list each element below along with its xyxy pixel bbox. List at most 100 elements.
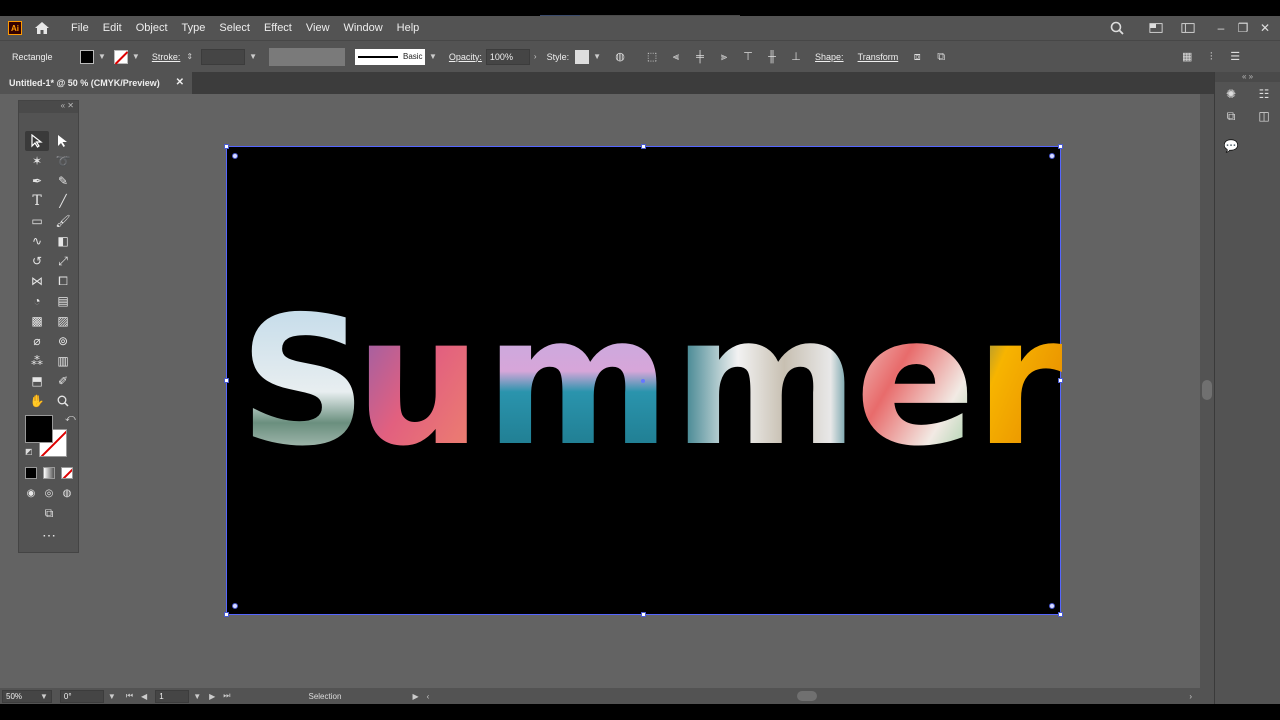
fill-box[interactable]: [25, 415, 53, 443]
artboard-number-field[interactable]: 1: [155, 689, 190, 703]
opacity-label[interactable]: Opacity:: [449, 52, 482, 62]
fill-dropdown-icon[interactable]: ▼: [98, 52, 106, 61]
align-right-icon[interactable]: ⫸: [715, 50, 733, 64]
symbol-sprayer-tool-icon[interactable]: ⁂: [25, 351, 49, 371]
paintbrush-tool-icon[interactable]: 🖌: [51, 211, 75, 231]
panel-grid-icon[interactable]: ▦: [1178, 50, 1196, 64]
width-tool-icon[interactable]: ⋈: [25, 271, 49, 291]
dock-collapse-icon[interactable]: « »: [1215, 72, 1280, 82]
assets-panel-icon[interactable]: ⧉: [1215, 106, 1247, 126]
menu-effect[interactable]: Effect: [257, 22, 299, 34]
menu-file[interactable]: File: [64, 22, 96, 34]
menu-type[interactable]: Type: [175, 22, 213, 34]
perspective-grid-tool-icon[interactable]: ▤: [51, 291, 75, 311]
menu-view[interactable]: View: [299, 22, 337, 34]
close-tab-icon[interactable]: ✕: [176, 77, 184, 88]
menu-select[interactable]: Select: [212, 22, 257, 34]
gradient-tool-icon[interactable]: ▨: [51, 311, 75, 331]
column-graph-tool-icon[interactable]: ▥: [51, 351, 75, 371]
resize-handle-sw[interactable]: [224, 612, 229, 617]
variable-width-profile[interactable]: [268, 47, 345, 66]
magic-wand-tool-icon[interactable]: ✶: [25, 151, 49, 171]
opacity-arrow-icon[interactable]: ›: [534, 52, 537, 61]
stroke-dropdown-icon[interactable]: ▼: [132, 52, 140, 61]
resize-handle-nw[interactable]: [224, 144, 229, 149]
graphic-style-swatch[interactable]: [575, 49, 590, 64]
arrange-documents-icon[interactable]: [1149, 21, 1163, 35]
zoom-tool-icon[interactable]: [51, 391, 75, 411]
gradient-icon[interactable]: [43, 467, 55, 479]
free-transform-tool-icon[interactable]: ⧠: [51, 271, 75, 291]
align-left-icon[interactable]: ⫷: [667, 50, 685, 64]
appearance-panel-icon[interactable]: ✺: [1215, 84, 1247, 104]
search-icon[interactable]: [1110, 21, 1124, 35]
properties-panel-icon[interactable]: ☷: [1248, 84, 1280, 104]
resize-handle-ne[interactable]: [1058, 144, 1063, 149]
align-to-icon[interactable]: ⬚: [643, 50, 661, 64]
next-artboard-icon[interactable]: ▶: [209, 692, 215, 701]
type-tool-icon[interactable]: T: [25, 191, 49, 211]
previous-artboard-icon[interactable]: ◀: [141, 692, 147, 701]
stroke-weight-input[interactable]: [201, 48, 246, 65]
swap-fill-stroke-icon[interactable]: ⤺: [65, 413, 76, 424]
resize-handle-s[interactable]: [641, 612, 646, 617]
rotate-tool-icon[interactable]: ↺: [25, 251, 49, 271]
corner-widget-ne[interactable]: [1049, 153, 1055, 159]
corner-widget-sw[interactable]: [232, 603, 238, 609]
home-icon[interactable]: [34, 21, 50, 35]
mesh-tool-icon[interactable]: ▩: [25, 311, 49, 331]
recolor-artwork-icon[interactable]: ◍: [611, 50, 629, 64]
brush-definition[interactable]: Basic: [354, 48, 425, 65]
align-center-icon[interactable]: ╪: [691, 50, 709, 64]
scroll-right-icon[interactable]: ›: [1189, 692, 1192, 701]
draw-inside-icon[interactable]: ◍: [61, 487, 73, 499]
slice-tool-icon[interactable]: ✐: [51, 371, 75, 391]
shape-label[interactable]: Shape:: [815, 52, 844, 62]
last-artboard-icon[interactable]: ⏭: [223, 691, 230, 701]
shape-builder-tool-icon[interactable]: ◔: [25, 291, 49, 311]
draw-normal-icon[interactable]: ◉: [25, 487, 37, 499]
resize-handle-e[interactable]: [1058, 378, 1063, 383]
stroke-label[interactable]: Stroke:: [152, 52, 181, 62]
menu-edit[interactable]: Edit: [96, 22, 129, 34]
artboard[interactable]: S u m m e r: [224, 144, 1063, 617]
blend-tool-icon[interactable]: ⊚: [51, 331, 75, 351]
curvature-tool-icon[interactable]: ✎: [51, 171, 75, 191]
zoom-dropdown-icon[interactable]: ▼: [40, 692, 48, 701]
eraser-tool-icon[interactable]: ◧: [51, 231, 75, 251]
restore-icon[interactable]: ❐: [1232, 21, 1254, 35]
shaper-tool-icon[interactable]: ∿: [25, 231, 49, 251]
align-middle-icon[interactable]: ╫: [763, 50, 781, 64]
vertical-scroll-thumb[interactable]: [1202, 380, 1212, 400]
menu-object[interactable]: Object: [129, 22, 175, 34]
rectangle-tool-icon[interactable]: ▭: [25, 211, 49, 231]
stroke-color-swatch[interactable]: [113, 49, 128, 64]
artboard-tool-icon[interactable]: ⬒: [25, 371, 49, 391]
edit-toolbar-icon[interactable]: ⋯: [37, 527, 61, 543]
workspace-icon[interactable]: [1181, 21, 1195, 35]
document-tab[interactable]: Untitled-1* @ 50 % (CMYK/Preview) ✕: [0, 72, 192, 94]
fill-color-swatch[interactable]: [80, 49, 94, 64]
opacity-input[interactable]: 100%: [485, 48, 530, 65]
artboard-dropdown-icon[interactable]: ▼: [193, 692, 201, 701]
first-artboard-icon[interactable]: ⏮: [126, 691, 133, 701]
none-icon[interactable]: [61, 467, 73, 479]
draw-behind-icon[interactable]: ◎: [43, 487, 55, 499]
hand-tool-icon[interactable]: ✋: [25, 391, 49, 411]
menu-window[interactable]: Window: [337, 22, 390, 34]
stroke-weight-dropdown-icon[interactable]: ▼: [249, 52, 257, 61]
minimize-icon[interactable]: –: [1210, 21, 1232, 35]
isolate-icon[interactable]: ⧈: [908, 50, 926, 64]
libraries-panel-icon[interactable]: ◫: [1248, 106, 1280, 126]
tools-panel-header[interactable]: « ✕: [19, 101, 78, 113]
color-icon[interactable]: [25, 467, 37, 479]
brush-dropdown-icon[interactable]: ▼: [429, 52, 437, 61]
line-segment-tool-icon[interactable]: ╱: [51, 191, 75, 211]
style-dropdown-icon[interactable]: ▼: [593, 52, 601, 61]
stroke-weight-stepper-icon[interactable]: ⇕: [186, 52, 193, 61]
pen-tool-icon[interactable]: ✒: [25, 171, 49, 191]
corner-widget-se[interactable]: [1049, 603, 1055, 609]
menu-help[interactable]: Help: [390, 22, 427, 34]
horizontal-scroll-thumb[interactable]: [797, 691, 818, 701]
resize-handle-n[interactable]: [641, 144, 646, 149]
